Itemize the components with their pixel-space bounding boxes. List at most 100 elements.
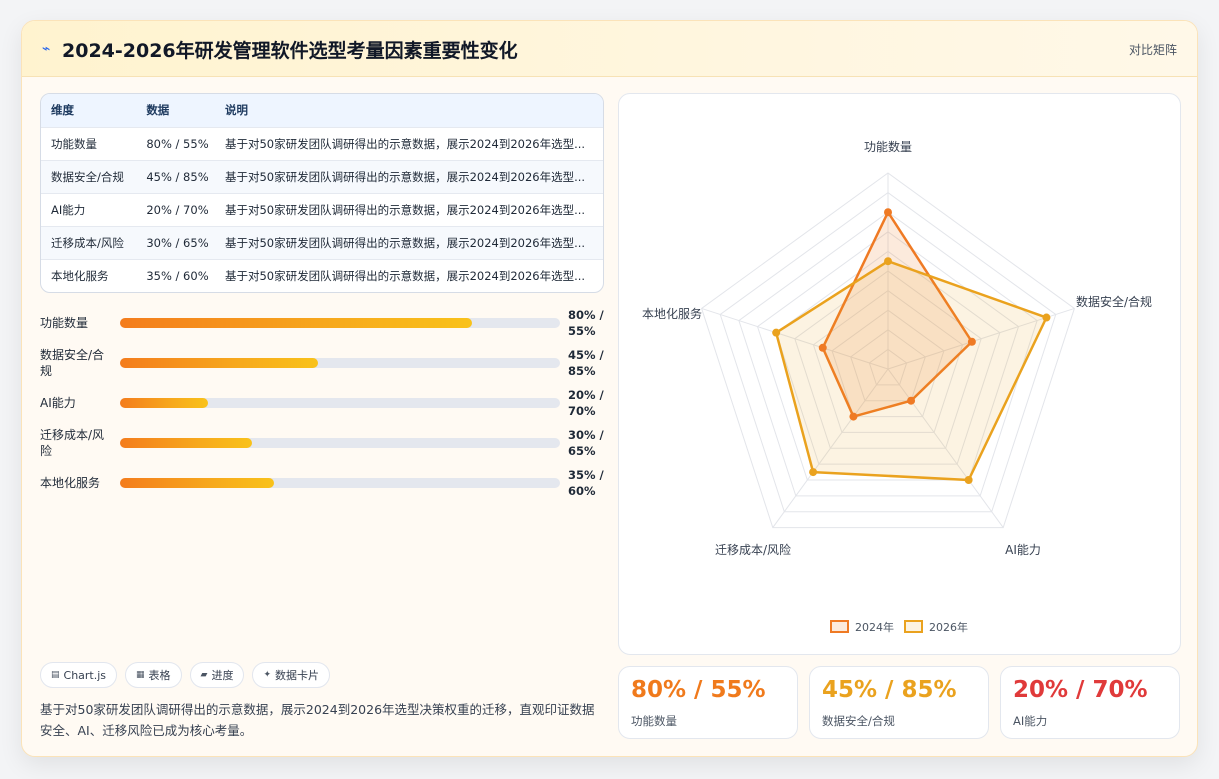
progress-fill — [120, 358, 318, 368]
progress-fill — [120, 478, 274, 488]
progress-label: AI能力 — [40, 396, 76, 410]
progress-fill — [120, 438, 252, 448]
table-row: 本地化服务 35% / 60% 基于对50家研发团队调研得出的示意数据，展示20… — [41, 259, 603, 292]
tag-chartjs[interactable]: ▤ Chart.js — [40, 662, 118, 688]
radar-point — [772, 328, 781, 337]
table-row: 功能数量 80% / 55% 基于对50家研发团队调研得出的示意数据，展示202… — [41, 127, 603, 160]
stat-value: 20% / 70% — [1013, 677, 1148, 703]
column-header-dimension: 维度 — [51, 103, 74, 118]
radar-point — [809, 468, 818, 477]
progress-label: 数据安全/合规 — [40, 348, 105, 378]
progress-track — [120, 358, 560, 368]
radar-axis-label: 迁移成本/风险 — [715, 542, 791, 557]
column-header-data: 数据 — [146, 103, 170, 118]
table-row: AI能力 20% / 70% 基于对50家研发团队调研得出的示意数据，展示202… — [41, 193, 603, 226]
radar-point — [1042, 313, 1051, 322]
tag-table[interactable]: ▦ 表格 — [125, 662, 182, 688]
cell-dimension: AI能力 — [51, 202, 86, 217]
header-bar: ⌁ 2024-2026年研发管理软件选型考量因素重要性变化 对比矩阵 — [22, 21, 1197, 77]
progress-row: AI能力 20% / 70% — [40, 383, 606, 423]
cell-dimension: 本地化服务 — [51, 268, 109, 283]
stat-card-feature: 80% / 55% 功能数量 — [618, 666, 798, 739]
cell-description: 基于对50家研发团队调研得出的示意数据，展示2024到2026年选型... — [224, 235, 586, 250]
legend-swatch — [830, 620, 849, 633]
stat-value: 80% / 55% — [631, 677, 766, 703]
cell-dimension: 数据安全/合规 — [51, 169, 124, 184]
cell-description: 基于对50家研发团队调研得出的示意数据，展示2024到2026年选型... — [224, 169, 586, 184]
stat-value: 45% / 85% — [822, 677, 957, 703]
progress-track — [120, 318, 560, 328]
cell-data: 30% / 65% — [146, 235, 209, 250]
table-row: 数据安全/合规 45% / 85% 基于对50家研发团队调研得出的示意数据，展示… — [41, 160, 603, 193]
progress-label: 迁移成本/风险 — [40, 428, 105, 458]
cell-data: 35% / 60% — [146, 268, 209, 283]
header-tag: 对比矩阵 — [1128, 43, 1177, 57]
cell-dimension: 迁移成本/风险 — [51, 235, 124, 250]
summary-text: 基于对50家研发团队调研得出的示意数据，展示2024到2026年选型决策权重的迁… — [40, 702, 595, 738]
tag-label: 表格 — [148, 669, 171, 682]
progress-value: 35% / 60% — [568, 468, 604, 498]
stat-card-ai: 20% / 70% AI能力 — [1000, 666, 1180, 739]
cell-dimension: 功能数量 — [51, 136, 97, 151]
progress-track — [120, 398, 560, 408]
chart-icon: ▤ — [51, 670, 60, 680]
table-icon: ▦ — [136, 670, 145, 680]
cell-data: 20% / 70% — [146, 202, 209, 217]
main-card: ⌁ 2024-2026年研发管理软件选型考量因素重要性变化 对比矩阵 维度 数据… — [21, 20, 1198, 757]
progress-bars: 功能数量 80% / 55% 数据安全/合规 45% / 85% AI能力 20… — [40, 303, 606, 503]
tag-list: ▤ Chart.js ▦ 表格 ▰ 进度 ✦ 数据卡片 — [40, 662, 331, 688]
stat-label: 数据安全/合规 — [822, 714, 895, 728]
radar-point — [884, 257, 892, 266]
progress-value: 20% / 70% — [568, 388, 604, 418]
radar-point — [967, 337, 976, 346]
legend-label: 2026年 — [929, 620, 968, 634]
progress-row: 功能数量 80% / 55% — [40, 303, 606, 343]
tag-label: 进度 — [211, 669, 234, 682]
sparkle-icon: ⌁ — [42, 41, 51, 57]
stat-label: 功能数量 — [631, 714, 677, 728]
radar-axis-label: 数据安全/合规 — [1076, 294, 1152, 309]
cell-description: 基于对50家研发团队调研得出的示意数据，展示2024到2026年选型... — [224, 268, 586, 283]
radar-point — [849, 412, 858, 421]
progress-fill — [120, 318, 472, 328]
progress-label: 本地化服务 — [40, 476, 101, 490]
radar-series-2026 — [774, 259, 1048, 482]
data-table: 维度 数据 说明 功能数量 80% / 55% 基于对50家研发团队调研得出的示… — [40, 93, 604, 293]
radar-chart-panel: 功能数量数据安全/合规 AI能力 迁移成本/风险 本地化服务 2024年 2026年 — [618, 93, 1181, 655]
radar-axis-label: AI能力 — [1005, 543, 1041, 557]
tag-label: Chart.js — [63, 668, 107, 682]
radar-point — [884, 208, 892, 217]
cell-description: 基于对50家研发团队调研得出的示意数据，展示2024到2026年选型... — [224, 202, 586, 217]
legend-swatch — [904, 620, 923, 633]
radar-axis-label: 本地化服务 — [642, 306, 702, 321]
progress-icon: ▰ — [200, 670, 208, 680]
progress-row: 本地化服务 35% / 60% — [40, 463, 606, 503]
tag-progress[interactable]: ▰ 进度 — [189, 662, 245, 688]
progress-value: 80% / 55% — [568, 308, 604, 338]
radar-chart: 功能数量数据安全/合规 AI能力 迁移成本/风险 本地化服务 2024年 2026年 — [642, 139, 1152, 634]
tag-label: 数据卡片 — [275, 669, 320, 682]
radar-point — [964, 475, 973, 484]
page-title: 2024-2026年研发管理软件选型考量因素重要性变化 — [62, 40, 518, 62]
radar-point — [907, 396, 916, 405]
progress-value: 45% / 85% — [568, 348, 604, 378]
cell-data: 80% / 55% — [146, 136, 209, 151]
table-header-row: 维度 数据 说明 — [41, 94, 603, 127]
radar-axis-label: 功能数量 — [864, 139, 912, 154]
cell-data: 45% / 85% — [146, 169, 209, 184]
progress-fill — [120, 398, 208, 408]
progress-track — [120, 438, 560, 448]
progress-label: 功能数量 — [40, 316, 89, 330]
radar-point — [818, 343, 827, 352]
card-icon: ✦ — [263, 670, 272, 680]
progress-row: 迁移成本/风险 30% / 65% — [40, 423, 606, 463]
column-header-description: 说明 — [224, 103, 248, 118]
stat-card-security: 45% / 85% 数据安全/合规 — [809, 666, 989, 739]
progress-row: 数据安全/合规 45% / 85% — [40, 343, 606, 383]
stat-label: AI能力 — [1013, 714, 1048, 728]
legend-label: 2024年 — [855, 620, 894, 634]
table-row: 迁移成本/风险 30% / 65% 基于对50家研发团队调研得出的示意数据，展示… — [41, 226, 603, 259]
tag-data-card[interactable]: ✦ 数据卡片 — [252, 662, 331, 688]
progress-value: 30% / 65% — [568, 428, 604, 458]
cell-description: 基于对50家研发团队调研得出的示意数据，展示2024到2026年选型... — [224, 136, 586, 151]
